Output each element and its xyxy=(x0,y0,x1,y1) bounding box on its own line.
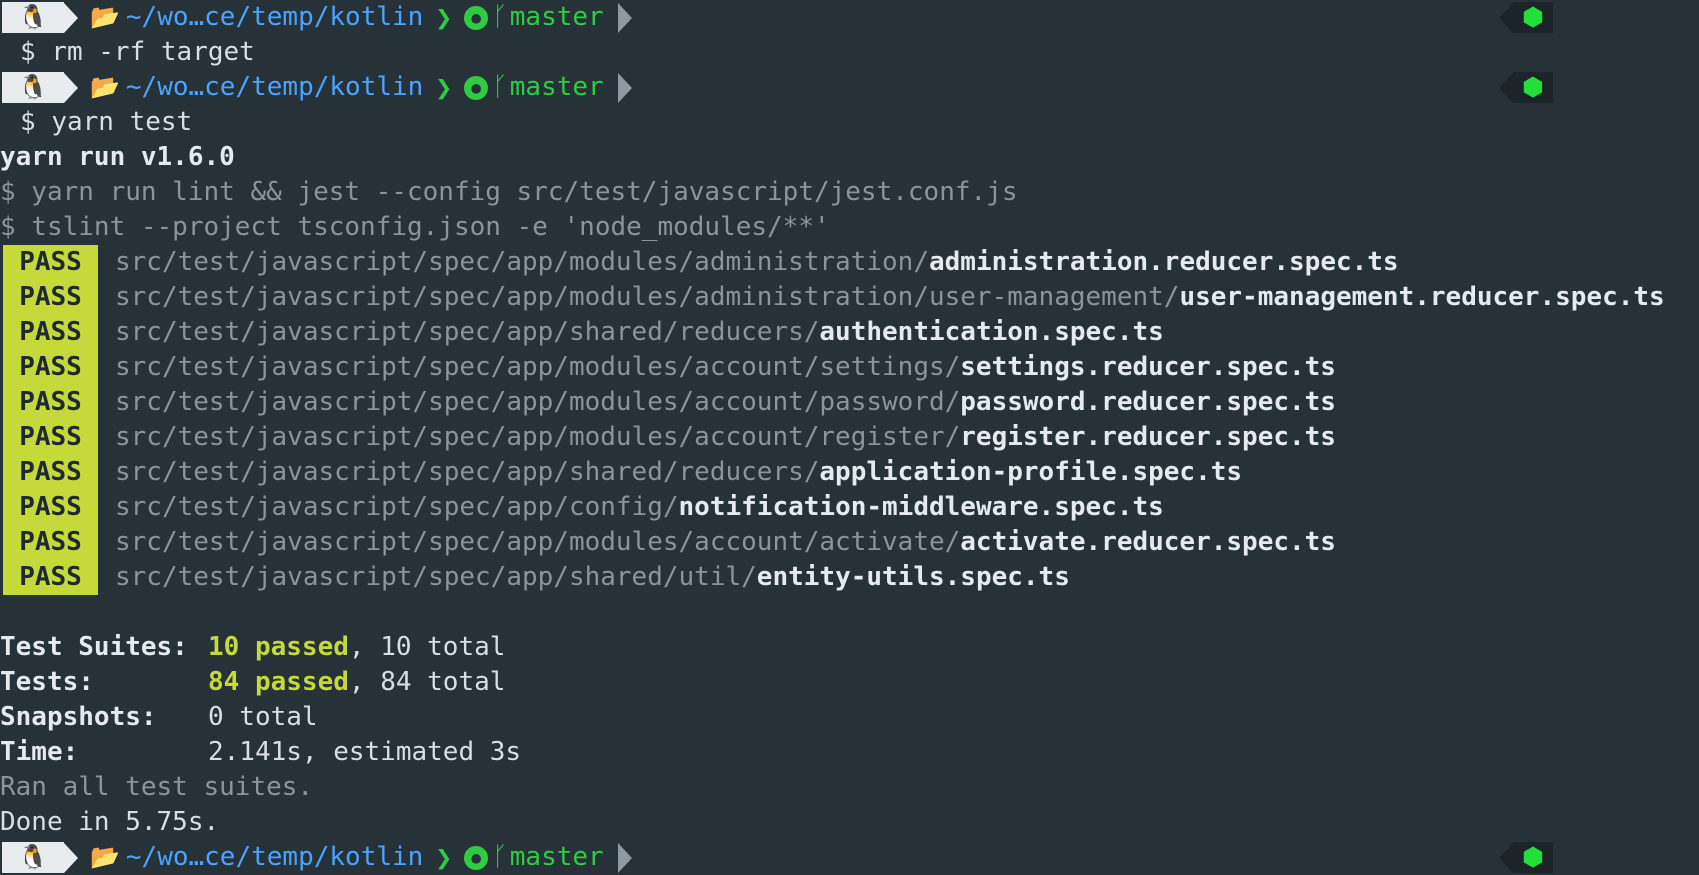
test-file: administration.reducer.spec.ts xyxy=(928,247,1399,277)
test-result-row: PASS src/test/javascript/spec/app/modules… xyxy=(0,525,1699,560)
folder-open-icon: 📂 xyxy=(90,73,120,101)
pass-badge: PASS xyxy=(3,315,98,350)
prompt-path: ~/wo…ce/temp/kotlin xyxy=(125,842,424,872)
github-icon: ● xyxy=(464,5,489,30)
test-file: notification-middleware.spec.ts xyxy=(678,492,1164,522)
branch-icon: ᚴ xyxy=(492,842,508,872)
test-dir: src/test/javascript/spec/app/modules/adm… xyxy=(115,282,1180,312)
folder-open-icon: 📂 xyxy=(90,3,120,31)
pass-badge: PASS xyxy=(3,455,98,490)
test-file: password.reducer.spec.ts xyxy=(960,387,1336,417)
github-icon: ● xyxy=(464,75,489,100)
test-result-row: PASS src/test/javascript/spec/app/modules… xyxy=(0,350,1699,385)
pass-badge: PASS xyxy=(3,560,98,595)
separator-chevron: ❯ xyxy=(435,71,453,104)
pass-badge: PASS xyxy=(3,280,98,315)
test-dir: src/test/javascript/spec/app/modules/acc… xyxy=(115,422,961,452)
output-cmd-line: $ tslint --project tsconfig.json -e 'nod… xyxy=(0,212,830,242)
test-file: entity-utils.spec.ts xyxy=(756,562,1070,592)
pass-badge: PASS xyxy=(3,245,98,280)
done-text: Done in 5.75s. xyxy=(0,807,220,837)
test-dir: src/test/javascript/spec/app/modules/acc… xyxy=(115,387,961,417)
node-badge: ⬢ xyxy=(1499,2,1553,33)
node-badge: ⬢ xyxy=(1499,842,1553,873)
terminal[interactable]: 🐧 📂 ~/wo…ce/temp/kotlin ❯ ● ᚴ master ⬢ $… xyxy=(0,0,1699,875)
test-result-row: PASS src/test/javascript/spec/app/shared/… xyxy=(0,315,1699,350)
prompt-bar: 🐧 📂 ~/wo…ce/temp/kotlin ❯ ● ᚴ master ⬢ xyxy=(0,0,1699,35)
separator-chevron: ❯ xyxy=(435,841,453,874)
pass-badge: PASS xyxy=(3,385,98,420)
test-file: settings.reducer.spec.ts xyxy=(960,352,1336,382)
branch-name: master xyxy=(509,72,604,102)
test-dir: src/test/javascript/spec/app/shared/util… xyxy=(115,562,757,592)
branch-name: master xyxy=(509,842,604,872)
summary-suites: Test Suites: 10 passed, 10 total xyxy=(0,632,506,662)
test-results: PASS src/test/javascript/spec/app/modules… xyxy=(0,245,1699,595)
test-file: register.reducer.spec.ts xyxy=(960,422,1336,452)
test-result-row: PASS src/test/javascript/spec/app/modules… xyxy=(0,280,1699,315)
pass-badge: PASS xyxy=(3,525,98,560)
node-badge: ⬢ xyxy=(1499,72,1553,103)
prompt-path: ~/wo…ce/temp/kotlin xyxy=(125,2,424,32)
github-icon: ● xyxy=(464,845,489,870)
ran-all-text: Ran all test suites. xyxy=(0,772,314,802)
command-line: $ yarn test xyxy=(20,107,193,137)
test-result-row: PASS src/test/javascript/spec/app/shared/… xyxy=(0,455,1699,490)
node-icon: ⬢ xyxy=(1513,842,1553,873)
branch-icon: ᚴ xyxy=(492,2,508,32)
linux-penguin-icon: 🐧 xyxy=(2,842,64,873)
folder-open-icon: 📂 xyxy=(90,843,120,871)
pass-badge: PASS xyxy=(3,420,98,455)
summary-tests: Tests: 84 passed, 84 total xyxy=(0,667,506,697)
pass-badge: PASS xyxy=(3,350,98,385)
test-dir: src/test/javascript/spec/app/config/ xyxy=(115,492,679,522)
pass-badge: PASS xyxy=(3,490,98,525)
test-dir: src/test/javascript/spec/app/modules/acc… xyxy=(115,527,961,557)
linux-penguin-icon: 🐧 xyxy=(2,72,64,103)
separator-chevron: ❯ xyxy=(435,1,453,34)
test-dir: src/test/javascript/spec/app/modules/adm… xyxy=(115,247,929,277)
test-dir: src/test/javascript/spec/app/shared/redu… xyxy=(115,457,820,487)
output-cmd-line: $ yarn run lint && jest --config src/tes… xyxy=(0,177,1018,207)
node-icon: ⬢ xyxy=(1513,72,1553,103)
node-icon: ⬢ xyxy=(1513,2,1553,33)
test-file: activate.reducer.spec.ts xyxy=(960,527,1336,557)
yarn-version: yarn run v1.6.0 xyxy=(0,142,235,172)
branch-name: master xyxy=(509,2,604,32)
test-dir: src/test/javascript/spec/app/shared/redu… xyxy=(115,317,820,347)
command-line: $ rm -rf target xyxy=(20,37,255,67)
test-file: application-profile.spec.ts xyxy=(819,457,1243,487)
test-file: user-management.reducer.spec.ts xyxy=(1179,282,1665,312)
test-dir: src/test/javascript/spec/app/modules/acc… xyxy=(115,352,961,382)
prompt-path: ~/wo…ce/temp/kotlin xyxy=(125,72,424,102)
linux-penguin-icon: 🐧 xyxy=(2,2,64,33)
test-result-row: PASS src/test/javascript/spec/app/modules… xyxy=(0,245,1699,280)
summary-time: Time: 2.141s, estimated 3s xyxy=(0,737,522,767)
branch-icon: ᚴ xyxy=(492,72,508,102)
test-result-row: PASS src/test/javascript/spec/app/modules… xyxy=(0,385,1699,420)
test-result-row: PASS src/test/javascript/spec/app/shared/… xyxy=(0,560,1699,595)
test-result-row: PASS src/test/javascript/spec/app/modules… xyxy=(0,420,1699,455)
summary-snapshots: Snapshots: 0 total xyxy=(0,702,318,732)
test-file: authentication.spec.ts xyxy=(819,317,1164,347)
prompt-bar: 🐧 📂 ~/wo…ce/temp/kotlin ❯ ● ᚴ master ⬢ xyxy=(0,70,1699,105)
test-result-row: PASS src/test/javascript/spec/app/config/… xyxy=(0,490,1699,525)
prompt-bar: 🐧 📂 ~/wo…ce/temp/kotlin ❯ ● ᚴ master ⬢ xyxy=(0,840,1699,875)
